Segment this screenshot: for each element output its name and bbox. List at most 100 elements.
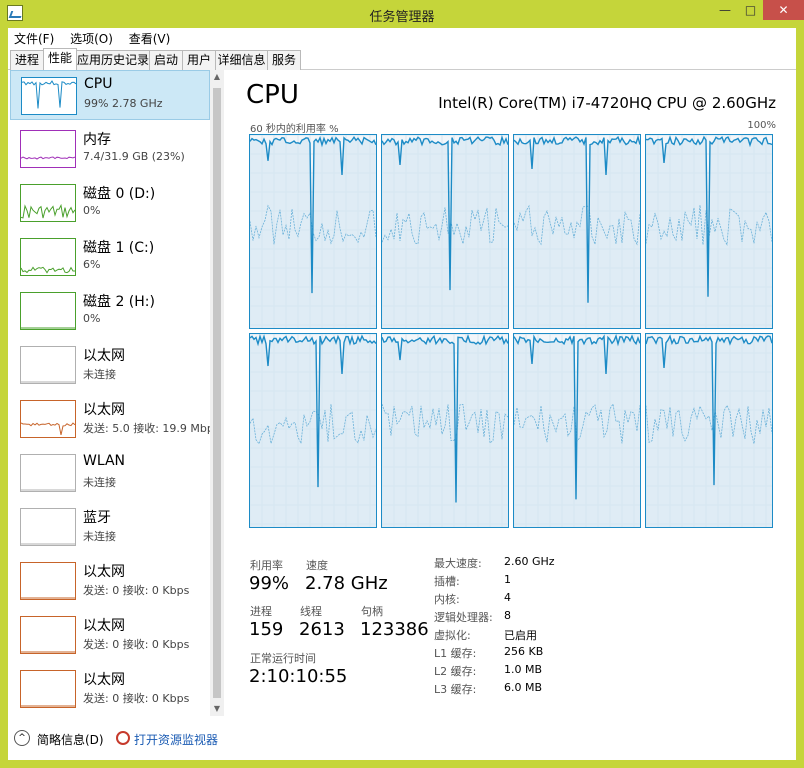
logical-processor-graph <box>249 134 377 329</box>
cpu-property-label: L3 缓存: <box>434 683 477 696</box>
scroll-down-icon[interactable]: ▼ <box>210 702 224 716</box>
cpu-property-label: 虚拟化: <box>434 629 471 642</box>
speed-label: 速度 <box>306 559 328 572</box>
sidebar-item-status: 发送: 0 接收: 0 Kbps <box>83 584 190 597</box>
tab-details[interactable]: 详细信息 <box>215 50 268 70</box>
cpu-property-label: 最大速度: <box>434 557 482 570</box>
handles-value: 123386 <box>360 619 429 640</box>
logical-processor-graph <box>249 333 377 528</box>
sidebar-thumbnail-graph <box>20 562 76 600</box>
tab-performance[interactable]: 性能 <box>43 48 77 71</box>
title-bar: 任务管理器 — □ ✕ <box>0 0 804 28</box>
logical-processor-graph <box>513 134 641 329</box>
menu-file[interactable]: 文件(F) <box>8 28 60 49</box>
utilization-max-label: 100% <box>747 120 776 131</box>
footer-bar: ^ 简略信息(D) 打开资源监视器 <box>8 718 796 760</box>
performance-panel: CPU 99% 2.78 GHz 内存 7.4/31.9 GB (23%) 磁盘 0 (… <box>8 70 796 760</box>
handles-label: 句柄 <box>361 605 383 618</box>
cpu-property-value: 4 <box>504 591 511 604</box>
sidebar-item[interactable]: WLAN 未连接 <box>10 448 210 498</box>
sidebar-scrollbar[interactable]: ▲ ▼ <box>210 70 224 716</box>
sidebar-thumbnail-graph <box>20 238 76 276</box>
utilization-label: 利用率 <box>250 559 283 572</box>
tab-app-history[interactable]: 应用历史记录 <box>76 50 150 70</box>
sidebar-item-name: 以太网 <box>83 618 125 634</box>
processes-label: 进程 <box>250 605 272 618</box>
uptime-label: 正常运行时间 <box>250 652 316 665</box>
threads-label: 线程 <box>300 605 322 618</box>
sidebar-item[interactable]: 以太网 发送: 0 接收: 0 Kbps <box>10 556 210 606</box>
sidebar-item-status: 发送: 0 接收: 0 Kbps <box>83 692 190 705</box>
cpu-property-label: L2 缓存: <box>434 665 477 678</box>
sidebar-item-name: 内存 <box>83 132 111 148</box>
sidebar-item[interactable]: 磁盘 1 (C:) 6% <box>10 232 210 282</box>
window-title: 任务管理器 <box>369 10 435 25</box>
sidebar-item[interactable]: CPU 99% 2.78 GHz <box>10 70 210 120</box>
cpu-property-value: 2.60 GHz <box>504 555 555 568</box>
cpu-property-value: 8 <box>504 609 511 622</box>
cpu-property-value: 1.0 MB <box>504 663 543 676</box>
menu-options[interactable]: 选项(O) <box>64 28 119 49</box>
sidebar-item[interactable]: 磁盘 2 (H:) 0% <box>10 286 210 336</box>
logical-processor-graph <box>381 134 509 329</box>
sidebar-thumbnail-graph <box>21 77 77 115</box>
logical-processor-graph <box>645 333 773 528</box>
sidebar-item-status: 未连接 <box>83 530 116 543</box>
cpu-model: Intel(R) Core(TM) i7-4720HQ CPU @ 2.60GH… <box>438 94 776 112</box>
sidebar-thumbnail-graph <box>20 292 76 330</box>
scroll-up-icon[interactable]: ▲ <box>210 70 224 84</box>
sidebar-item-name: 磁盘 2 (H:) <box>83 294 155 310</box>
sidebar-item-name: 磁盘 0 (D:) <box>83 186 156 202</box>
sidebar-item-status: 发送: 5.0 接收: 19.9 Mbps <box>83 422 210 435</box>
sidebar-item-status: 0% <box>83 312 101 325</box>
minimize-button[interactable]: — <box>712 0 738 20</box>
sidebar-item-name: 蓝牙 <box>83 510 111 526</box>
sidebar-thumbnail-graph <box>20 400 76 438</box>
collapse-arrow-icon[interactable]: ^ <box>14 730 30 746</box>
resource-list: CPU 99% 2.78 GHz 内存 7.4/31.9 GB (23%) 磁盘 0 (… <box>8 70 210 716</box>
cpu-detail: CPU Intel(R) Core(TM) i7-4720HQ CPU @ 2.… <box>244 70 796 716</box>
fewer-details-link[interactable]: 简略信息(D) <box>37 731 104 748</box>
sidebar-item[interactable]: 蓝牙 未连接 <box>10 502 210 552</box>
sidebar-item[interactable]: 以太网发送: 5.0 接收: 19.9 Mbps <box>10 394 210 444</box>
sidebar-item[interactable]: 以太网发送: 0 接收: 0 Kbps <box>10 610 210 660</box>
logical-processor-graphs <box>249 134 776 532</box>
cpu-property-label: L1 缓存: <box>434 647 477 660</box>
sidebar-item-status: 99% 2.78 GHz <box>84 97 163 110</box>
sidebar-item[interactable]: 以太网 发送: 0 接收: 0 Kbps <box>10 664 210 714</box>
sidebar-thumbnail-graph <box>20 454 76 492</box>
threads-value: 2613 <box>299 619 345 640</box>
tab-startup[interactable]: 启动 <box>149 50 183 70</box>
sidebar-item-status: 未连接 <box>83 368 116 381</box>
sidebar-item-status: 发送: 0 接收: 0 Kbps <box>83 638 190 651</box>
sidebar-thumbnail-graph <box>20 346 76 384</box>
close-button[interactable]: ✕ <box>763 0 804 20</box>
processes-value: 159 <box>249 619 284 640</box>
cpu-title: CPU <box>246 80 299 110</box>
scroll-thumb[interactable] <box>213 88 221 698</box>
resource-monitor-icon <box>116 731 130 745</box>
tab-services[interactable]: 服务 <box>267 50 301 70</box>
cpu-property-value: 1 <box>504 573 511 586</box>
sidebar-item[interactable]: 磁盘 0 (D:) 0% <box>10 178 210 228</box>
sidebar-item[interactable]: 以太网 未连接 <box>10 340 210 390</box>
open-resource-monitor-link[interactable]: 打开资源监视器 <box>134 731 218 748</box>
sidebar-item-status: 0% <box>83 204 101 217</box>
sidebar-item[interactable]: 内存 7.4/31.9 GB (23%) <box>10 124 210 174</box>
sidebar-item-status: 6% <box>83 258 101 271</box>
speed-value: 2.78 GHz <box>305 573 388 594</box>
utilization-graph-label: 60 秒内的利用率 % <box>250 124 339 135</box>
cpu-property-label: 逻辑处理器: <box>434 611 493 624</box>
menu-bar: 文件(F) 选项(O) 查看(V) <box>8 28 796 48</box>
cpu-property-label: 插槽: <box>434 575 460 588</box>
sidebar-item-name: 以太网 <box>83 402 125 418</box>
sidebar-thumbnail-graph <box>20 508 76 546</box>
menu-view[interactable]: 查看(V) <box>123 28 177 49</box>
utilization-value: 99% <box>249 573 290 594</box>
tab-users[interactable]: 用户 <box>182 50 216 70</box>
sidebar-thumbnail-graph <box>20 184 76 222</box>
sidebar-item-name: CPU <box>84 76 113 92</box>
maximize-button[interactable]: □ <box>738 0 763 20</box>
tab-processes[interactable]: 进程 <box>10 50 44 70</box>
logical-processor-graph <box>645 134 773 329</box>
